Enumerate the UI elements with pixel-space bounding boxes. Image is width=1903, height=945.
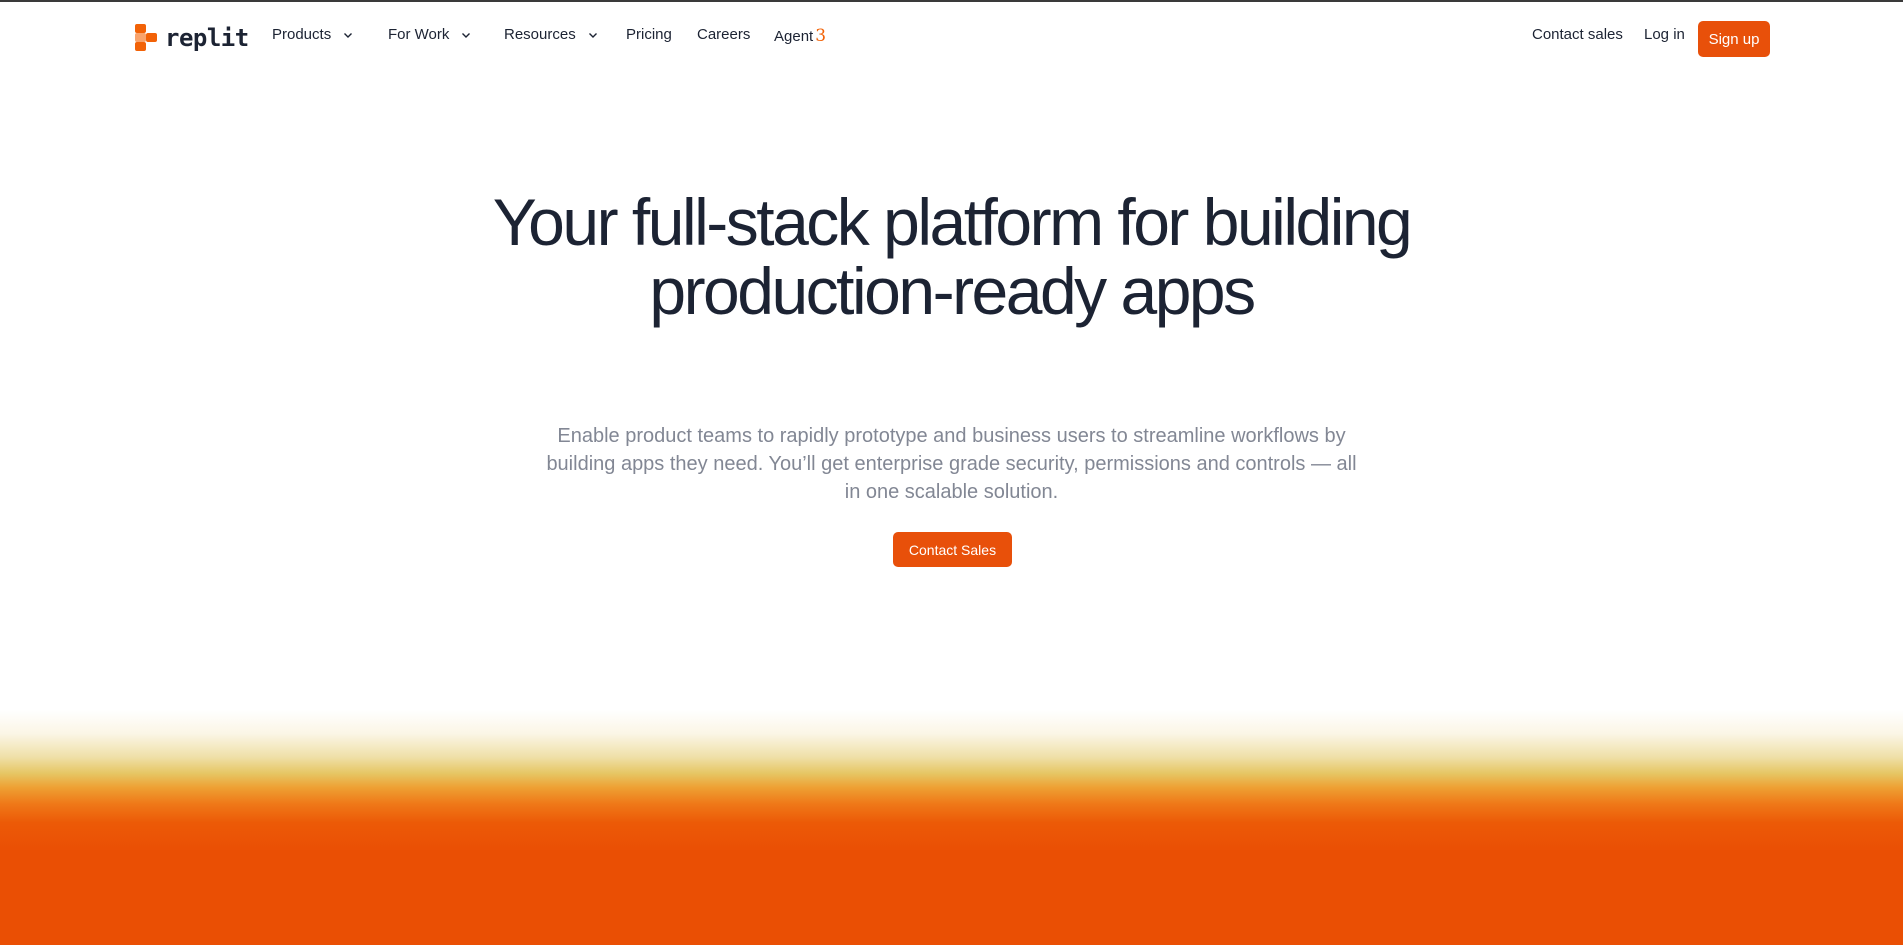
nav-agent-label: Agent: [774, 27, 814, 45]
agent-version-badge: 3: [815, 26, 827, 46]
replit-logo[interactable]: replit: [135, 23, 249, 53]
nav-pricing-label: Pricing: [626, 26, 672, 43]
contact-sales-link[interactable]: Contact sales: [1532, 26, 1623, 43]
chevron-down-icon: [588, 32, 597, 38]
hero-subtitle: Enable product teams to rapidly prototyp…: [546, 425, 1357, 503]
contact-sales-label: Contact sales: [1532, 26, 1623, 43]
nav-for-work-label: For Work: [388, 26, 450, 43]
brand-name: replit: [165, 24, 249, 52]
login-label: Log in: [1644, 26, 1685, 43]
nav-careers-label: Careers: [697, 26, 751, 43]
nav-for-work[interactable]: For Work: [388, 26, 471, 43]
chevron-down-icon: [462, 32, 471, 38]
nav-agent[interactable]: Agent 3: [774, 26, 826, 46]
top-nav: replit Products For Work Resources Prici…: [0, 2, 1903, 70]
chevron-down-icon: [344, 32, 353, 38]
nav-products[interactable]: Products: [272, 26, 353, 43]
replit-logo-icon: [135, 24, 157, 52]
hero-title: Your full-stack platform for building pr…: [492, 185, 1413, 328]
login-link[interactable]: Log in: [1644, 26, 1685, 43]
nav-pricing[interactable]: Pricing: [626, 26, 672, 43]
hero-gradient-band: [0, 710, 1903, 945]
nav-resources-label: Resources: [504, 26, 576, 43]
contact-sales-button[interactable]: Contact Sales: [893, 532, 1012, 567]
nav-products-label: Products: [272, 26, 332, 43]
nav-resources[interactable]: Resources: [504, 26, 598, 43]
signup-button[interactable]: Sign up: [1698, 21, 1770, 57]
nav-careers[interactable]: Careers: [697, 26, 750, 43]
